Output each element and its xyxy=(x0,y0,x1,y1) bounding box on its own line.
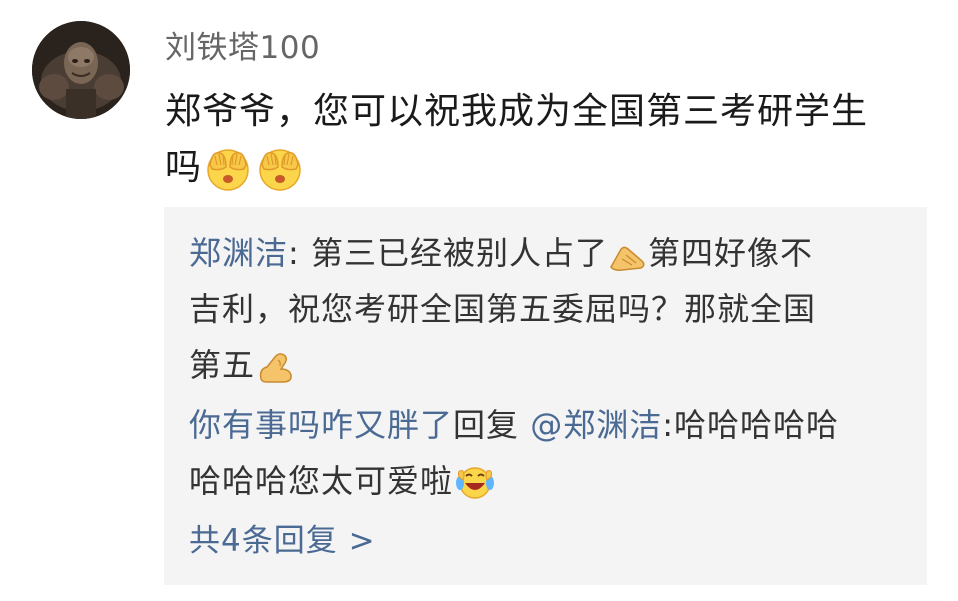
reply-separator: : xyxy=(288,234,311,272)
comment-text-line-2: 吗 xyxy=(165,140,925,196)
reply-text: 第三已经被别人占了 xyxy=(310,234,608,272)
laughing-tears-emoji xyxy=(455,463,495,503)
reply-text: 第五 xyxy=(189,346,256,384)
comment-body: 郑爷爷，您可以祝我成为全国第三考研学生 吗 xyxy=(165,84,925,196)
avatar-image xyxy=(32,21,130,119)
reply-line-1: 郑渊洁: 第三已经被别人占了 第四好像不 xyxy=(189,225,909,281)
reply-text: 哈哈哈您太可爱啦 xyxy=(189,462,454,500)
covering-face-emoji xyxy=(204,145,252,193)
mention-link[interactable]: @郑渊洁 xyxy=(530,406,662,444)
reply-text: 哈哈哈哈哈 xyxy=(674,406,840,444)
reply-text: 第四好像不 xyxy=(647,234,813,272)
reply-item[interactable]: 你有事吗咋又胖了回复 @郑渊洁:哈哈哈哈哈 哈哈哈您太可爱啦 xyxy=(189,397,909,509)
more-replies-link[interactable]: 共4条回复 > xyxy=(189,513,376,569)
replies-panel[interactable]: 郑渊洁: 第三已经被别人占了 第四好像不 吉利，祝您考研全国第五委屈吗？那就全国… xyxy=(164,207,927,585)
flexed-biceps-emoji xyxy=(257,349,295,385)
reply-line-2: 吉利，祝您考研全国第五委屈吗？那就全国 xyxy=(189,290,817,328)
reply-author-link[interactable]: 你有事吗咋又胖了 xyxy=(189,406,453,444)
reply-author-link[interactable]: 郑渊洁 xyxy=(189,234,288,272)
reply-keyword: 回复 xyxy=(453,406,531,444)
reply-line-2: 哈哈哈您太可爱啦 xyxy=(189,453,909,509)
reply-colon: : xyxy=(662,406,674,444)
reply-line-1: 你有事吗咋又胖了回复 @郑渊洁:哈哈哈哈哈 xyxy=(189,397,909,453)
user-avatar[interactable] xyxy=(32,21,130,119)
reply-item[interactable]: 郑渊洁: 第三已经被别人占了 第四好像不 吉利，祝您考研全国第五委屈吗？那就全国… xyxy=(189,225,909,393)
covering-face-emoji xyxy=(256,145,304,193)
comment-text-end: 吗 xyxy=(165,147,203,188)
comment-username[interactable]: 刘铁塔100 xyxy=(165,30,320,66)
comment-text-line-1: 郑爷爷，您可以祝我成为全国第三考研学生 xyxy=(165,91,869,132)
reply-line-3: 第五 xyxy=(189,337,909,393)
pointing-hand-emoji xyxy=(608,237,648,273)
